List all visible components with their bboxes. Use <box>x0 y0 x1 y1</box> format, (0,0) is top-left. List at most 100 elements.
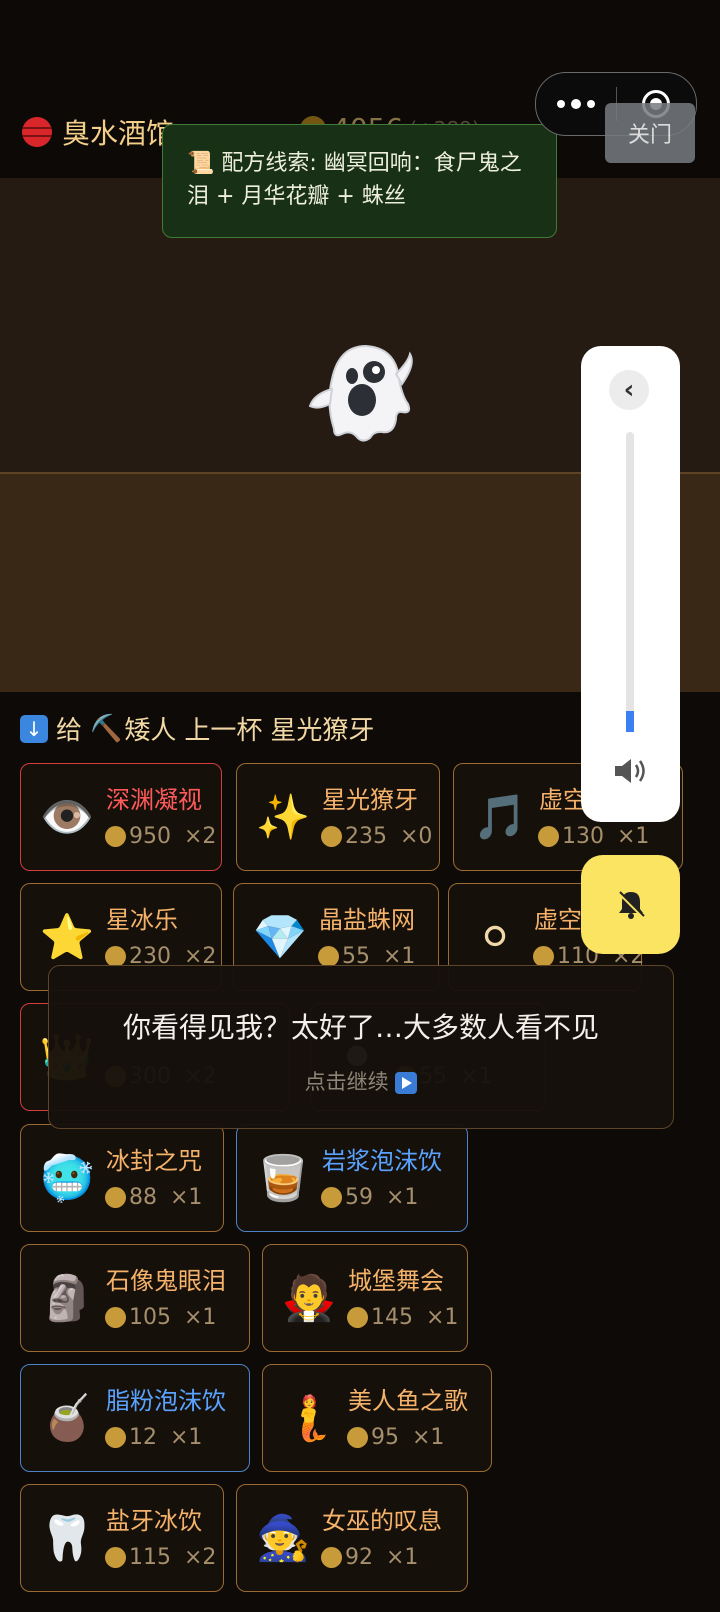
coin-icon <box>347 1427 368 1448</box>
coin-icon <box>105 1307 126 1328</box>
drink-card[interactable]: 🧉 脂粉泡沫饮 12 ×1 <box>20 1364 250 1472</box>
drink-price: 130 ×1 <box>538 824 649 849</box>
price-value: 950 <box>129 824 171 849</box>
drink-icon: 🥶 <box>39 1153 95 1204</box>
price-value: 12 <box>129 1425 157 1450</box>
play-icon <box>395 1072 418 1094</box>
tavern-name: 臭水酒馆 <box>62 117 175 150</box>
price-value: 59 <box>345 1185 373 1210</box>
drink-price: 950 ×2 <box>105 824 216 849</box>
coin-icon <box>321 1547 342 1568</box>
coin-icon <box>533 946 554 967</box>
continue-label: 点击继续 <box>304 1070 389 1094</box>
recipe-hint: 📜 配方线索: 幽冥回响：食尸鬼之泪 + 月华花瓣 + 蛛丝 <box>162 124 557 238</box>
tavern-title: 臭水酒馆 <box>22 108 174 156</box>
drink-name: 岩浆泡沫饮 <box>322 1147 442 1175</box>
lantern-icon <box>22 117 52 147</box>
stock-count: ×2 <box>184 1545 217 1570</box>
drink-name: 星光獠牙 <box>322 786 418 814</box>
coin-icon <box>105 1427 126 1448</box>
price-value: 105 <box>129 1305 171 1330</box>
drink-card[interactable]: 🗿 石像鬼眼泪 105 ×1 <box>20 1244 250 1352</box>
drink-card[interactable]: 🧙 女巫的叹息 92 ×1 <box>236 1484 468 1592</box>
drink-name: 虚空 <box>534 906 582 934</box>
ghost-icon[interactable] <box>304 334 414 444</box>
speaker-icon[interactable] <box>611 756 651 786</box>
download-icon: ↓ <box>20 714 48 743</box>
drink-icon: 👁️ <box>39 792 95 843</box>
price-value: 145 <box>371 1305 413 1330</box>
drink-icon: 🦷 <box>39 1513 95 1564</box>
coin-icon <box>347 1307 368 1328</box>
coin-icon <box>538 826 559 847</box>
drink-icon: 🗿 <box>39 1273 95 1324</box>
coin-icon <box>105 1547 126 1568</box>
hint-text: 📜 配方线索: 幽冥回响：食尸鬼之泪 + 月华花瓣 + 蛛丝 <box>187 151 522 209</box>
drink-name: 冰封之咒 <box>106 1147 202 1175</box>
drink-name: 盐牙冰饮 <box>106 1507 202 1535</box>
stock-count: ×1 <box>170 1185 203 1210</box>
chevron-left-icon[interactable]: ‹ <box>609 370 649 410</box>
drink-price: 92 ×1 <box>321 1545 418 1570</box>
order-prefix: 给 <box>56 716 83 746</box>
drink-card[interactable]: ✨ 星光獠牙 235 ×0 <box>236 763 440 871</box>
coin-icon <box>105 826 126 847</box>
stock-count: ×1 <box>170 1425 203 1450</box>
price-value: 235 <box>345 824 387 849</box>
drink-price: 235 ×0 <box>321 824 432 849</box>
drink-name: 深渊凝视 <box>106 786 202 814</box>
drink-card[interactable]: 👁️ 深渊凝视 950 ×2 <box>20 763 222 871</box>
drink-card[interactable]: 🧜 美人鱼之歌 95 ×1 <box>262 1364 492 1472</box>
drink-name: 女巫的叹息 <box>322 1507 442 1535</box>
stock-count: ×0 <box>400 824 433 849</box>
order-drink: 星光獠牙 <box>270 716 375 746</box>
more-menu-icon[interactable] <box>536 98 616 109</box>
mute-bell-button[interactable] <box>581 855 680 954</box>
drink-price: 59 ×1 <box>321 1185 418 1210</box>
drink-icon: 🥃 <box>255 1153 311 1204</box>
volume-level <box>626 711 634 732</box>
price-value: 95 <box>371 1425 399 1450</box>
drink-name: 石像鬼眼泪 <box>106 1267 226 1295</box>
volume-slider[interactable] <box>626 432 634 732</box>
stock-count: ×1 <box>617 824 650 849</box>
drink-icon: 💎 <box>252 912 308 963</box>
order-request: ↓ 给 ⛏️ 矮人 上一杯 星光獠牙 <box>20 710 374 747</box>
drink-name: 晶盐蛛网 <box>319 906 415 934</box>
drink-icon: 🧉 <box>39 1393 95 1444</box>
dialog-continue[interactable]: 点击继续 <box>49 1066 673 1096</box>
drink-icon: ⚪ <box>476 912 514 963</box>
drink-card[interactable]: 🧛 城堡舞会 145 ×1 <box>262 1244 468 1352</box>
drink-name: 虚空 <box>539 786 587 814</box>
order-action: 上一杯 <box>184 716 263 746</box>
drink-price: 12 ×1 <box>105 1425 202 1450</box>
coin-icon <box>321 826 342 847</box>
drink-icon: ✨ <box>255 792 311 843</box>
drink-card[interactable]: 🦷 盐牙冰饮 115 ×2 <box>20 1484 224 1592</box>
bell-off-icon <box>617 890 645 919</box>
drink-name: 城堡舞会 <box>348 1267 444 1295</box>
stock-count: ×1 <box>184 1305 217 1330</box>
dialog-box[interactable]: 你看得见我？太好了…大多数人看不见 点击继续 <box>48 965 674 1129</box>
drink-price: 145 ×1 <box>347 1305 458 1330</box>
dialog-text: 你看得见我？太好了…大多数人看不见 <box>122 1011 599 1044</box>
drink-card[interactable]: 🥃 岩浆泡沫饮 59 ×1 <box>236 1124 468 1232</box>
drink-card[interactable]: 🥶 冰封之咒 88 ×1 <box>20 1124 224 1232</box>
price-value: 92 <box>345 1545 373 1570</box>
stock-count: ×1 <box>386 1545 419 1570</box>
coin-icon <box>321 1187 342 1208</box>
drink-price: 88 ×1 <box>105 1185 202 1210</box>
drink-price: 95 ×1 <box>347 1425 444 1450</box>
price-value: 88 <box>129 1185 157 1210</box>
order-customer: 矮人 <box>124 716 177 746</box>
drink-name: 美人鱼之歌 <box>348 1387 468 1415</box>
customer-emoji: ⛏️ <box>90 713 123 744</box>
drink-icon: 🧛 <box>281 1273 337 1324</box>
price-value: 130 <box>562 824 604 849</box>
drink-icon: ⭐ <box>39 912 95 963</box>
close-shop-button[interactable]: 关门 <box>605 103 695 163</box>
drink-icon: 🎵 <box>472 792 528 843</box>
drink-name: 星冰乐 <box>106 906 178 934</box>
coin-icon <box>105 946 126 967</box>
stock-count: ×1 <box>386 1185 419 1210</box>
